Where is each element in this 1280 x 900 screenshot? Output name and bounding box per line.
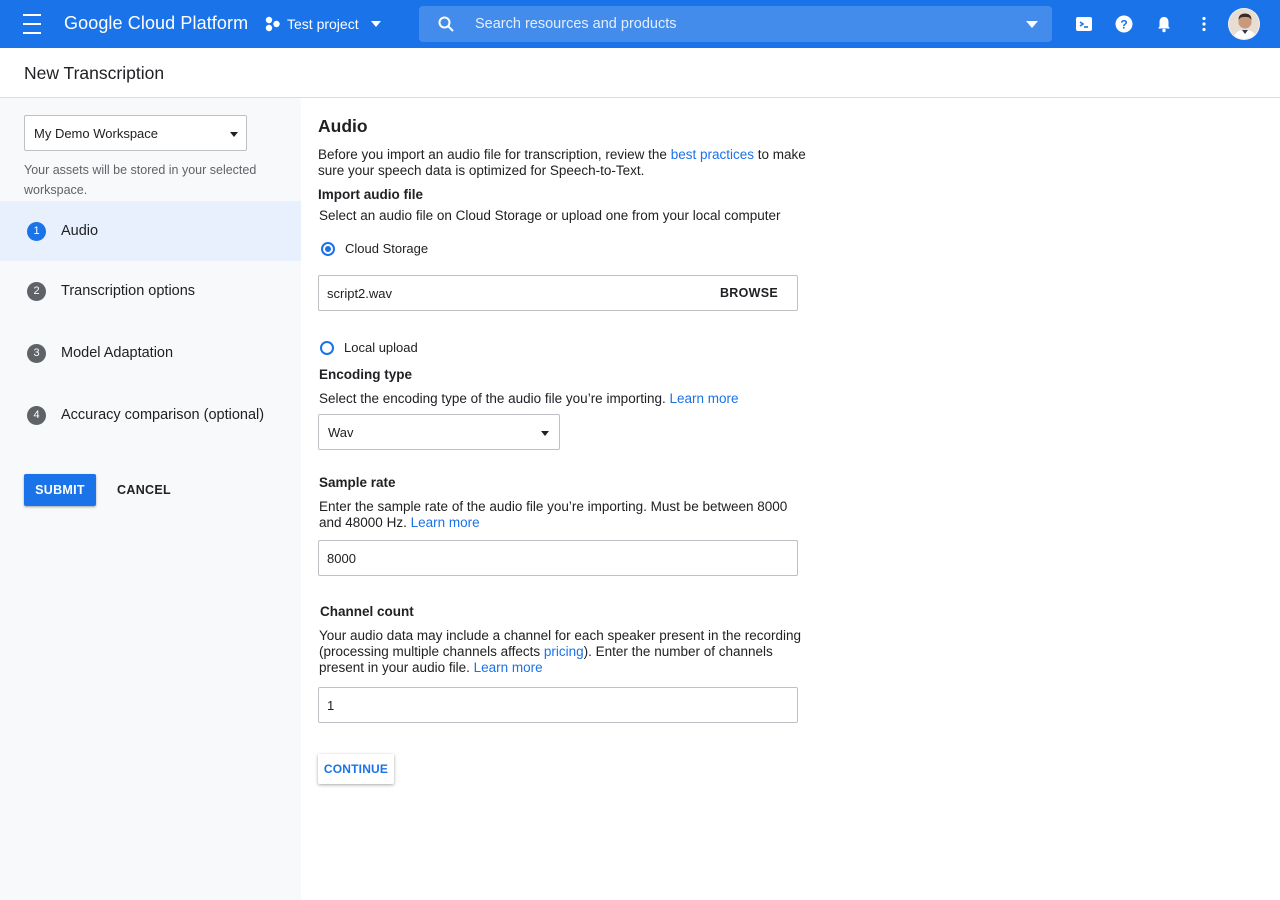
channel-count-input[interactable] (318, 687, 798, 723)
step-label: Audio (61, 223, 99, 239)
top-app-bar: Google Cloud Platform Test project ? (0, 0, 1280, 48)
dropdown-arrow-icon (230, 132, 238, 137)
brand-title[interactable]: Google Cloud Platform (64, 13, 248, 34)
intro-text: Before you import an audio file for tran… (318, 147, 808, 179)
encoding-type-select[interactable]: Wav (318, 414, 560, 450)
hamburger-menu-icon[interactable] (20, 14, 44, 34)
search-bar[interactable] (419, 6, 1052, 42)
workspace-select[interactable]: My Demo Workspace (24, 115, 247, 151)
project-picker[interactable]: Test project (264, 12, 381, 36)
encoding-learn-more-link[interactable]: Learn more (669, 391, 738, 406)
workspace-help-text: Your assets will be stored in your selec… (24, 163, 257, 197)
page-header: New Transcription (0, 48, 1280, 98)
intro-text-start: Before you import an audio file for tran… (318, 147, 671, 162)
channel-count-description: Your audio data may include a channel fo… (319, 628, 804, 676)
encoding-heading: Encoding type (319, 367, 413, 382)
sample-rate-input[interactable] (318, 540, 798, 576)
chevron-down-icon (370, 21, 381, 27)
step-number: 4 (27, 405, 46, 425)
encoding-description: Select the encoding type of the audio fi… (319, 391, 739, 407)
continue-button[interactable]: CONTINUE (318, 754, 394, 784)
step-label: Model Adaptation (61, 345, 174, 361)
step-model-adaptation[interactable]: 3 Model Adaptation (0, 323, 301, 383)
radio-local-upload[interactable]: Local upload (320, 340, 418, 355)
svg-text:?: ? (1120, 18, 1127, 32)
encoding-select-value: Wav (328, 425, 354, 440)
project-name: Test project (287, 16, 359, 32)
radio-unselected-icon (320, 340, 334, 355)
import-heading: Import audio file (318, 187, 424, 202)
project-icon (265, 16, 280, 32)
step-transcription-options[interactable]: 2 Transcription options (0, 261, 301, 321)
pricing-link[interactable]: pricing (544, 644, 584, 659)
step-number: 3 (27, 343, 46, 363)
radio-cloud-storage[interactable]: Cloud Storage (321, 241, 428, 256)
notifications-bell-icon[interactable] (1154, 14, 1174, 34)
import-description: Select an audio file on Cloud Storage or… (319, 208, 781, 223)
cancel-button[interactable]: CANCEL (110, 474, 178, 506)
submit-button[interactable]: SUBMIT (24, 474, 96, 506)
browse-button[interactable]: BROWSE (710, 276, 788, 310)
workspace-select-value: My Demo Workspace (34, 126, 159, 141)
dropdown-arrow-icon (541, 431, 549, 436)
step-audio[interactable]: 1 Audio (0, 201, 301, 261)
radio-label: Cloud Storage (345, 241, 429, 256)
search-icon (438, 16, 454, 32)
search-dropdown-icon[interactable] (1026, 21, 1038, 28)
sample-rate-heading: Sample rate (319, 475, 396, 490)
step-label: Accuracy comparison (optional) (61, 407, 265, 423)
account-avatar[interactable] (1228, 8, 1260, 40)
cloud-shell-icon[interactable] (1074, 14, 1094, 34)
stepper-sidebar: My Demo Workspace Your assets will be st… (0, 98, 301, 900)
radio-label: Local upload (344, 340, 418, 355)
channel-learn-more-link[interactable]: Learn more (474, 660, 543, 675)
more-vert-icon[interactable] (1194, 14, 1214, 34)
radio-selected-icon (321, 241, 335, 256)
section-title: Audio (318, 116, 368, 136)
search-input[interactable] (475, 16, 995, 32)
encoding-desc-text: Select the encoding type of the audio fi… (319, 391, 670, 406)
step-accuracy-comparison[interactable]: 4 Accuracy comparison (optional) (0, 385, 301, 445)
sample-rate-desc-text: Enter the sample rate of the audio file … (319, 499, 788, 530)
best-practices-link[interactable]: best practices (671, 147, 754, 162)
help-icon[interactable]: ? (1114, 14, 1134, 34)
page-title: New Transcription (24, 63, 165, 83)
step-number: 1 (27, 221, 46, 241)
sample-rate-learn-more-link[interactable]: Learn more (411, 515, 480, 530)
step-label: Transcription options (61, 283, 196, 299)
step-number: 2 (27, 281, 46, 301)
channel-count-heading: Channel count (320, 604, 414, 619)
avatar-image (1229, 9, 1259, 39)
sample-rate-description: Enter the sample rate of the audio file … (319, 499, 789, 531)
